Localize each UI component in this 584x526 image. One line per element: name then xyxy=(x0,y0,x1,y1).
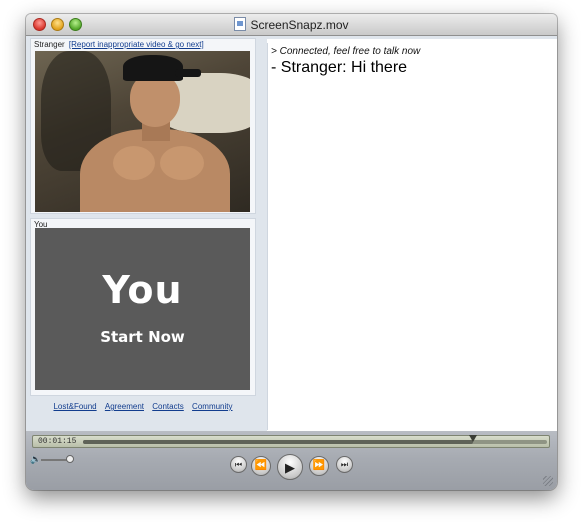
stranger-label: Stranger xyxy=(34,40,65,49)
skip-forward-icon: ⏭ xyxy=(340,459,349,469)
you-panel: You You Start Now xyxy=(30,218,256,396)
go-to-start-button[interactable]: ⏮ xyxy=(230,456,247,473)
stranger-panel: Stranger [Report inappropriate video & g… xyxy=(30,38,256,214)
scrubber-track[interactable] xyxy=(83,435,547,444)
scrubber-progress xyxy=(83,440,473,444)
report-link[interactable]: [Report inappropriate video & go next] xyxy=(69,40,204,49)
video-content: Stranger [Report inappropriate video & g… xyxy=(26,36,557,431)
video-column: Stranger [Report inappropriate video & g… xyxy=(26,36,260,431)
movie-file-icon xyxy=(234,17,247,31)
player-controls: 00:01:15 🔈 ⏮ ⏪ ▶ ⏩ ⏭ xyxy=(26,431,557,490)
community-link[interactable]: Community xyxy=(192,402,232,411)
you-video[interactable]: You Start Now xyxy=(35,228,250,390)
fast-forward-icon: ⏩ xyxy=(312,460,326,471)
volume-knob[interactable] xyxy=(66,455,74,463)
play-icon: ▶ xyxy=(285,459,295,475)
rewind-icon: ⏪ xyxy=(254,460,268,471)
system-message: > Connected, feel free to talk now xyxy=(271,46,421,57)
play-button[interactable]: ▶ xyxy=(277,454,303,480)
window-title: ScreenSnapz.mov xyxy=(250,18,349,32)
column-divider xyxy=(260,36,267,431)
you-video-title: You xyxy=(102,268,183,312)
stranger-label-row: Stranger [Report inappropriate video & g… xyxy=(34,40,204,49)
start-now-label: Start Now xyxy=(100,328,185,346)
resize-grip[interactable] xyxy=(543,476,553,486)
go-to-end-button[interactable]: ⏭ xyxy=(336,456,353,473)
rewind-button[interactable]: ⏪ xyxy=(251,456,271,476)
footer-links: Lost&Found Agreement Contacts Community xyxy=(26,402,260,411)
time-display: 00:01:15 xyxy=(38,437,77,446)
contacts-link[interactable]: Contacts xyxy=(152,402,184,411)
fast-forward-button[interactable]: ⏩ xyxy=(309,456,329,476)
chat-message: - Stranger: Hi there xyxy=(271,59,408,76)
stranger-video xyxy=(35,51,250,212)
window-title-area: ScreenSnapz.mov xyxy=(26,17,557,32)
agreement-link[interactable]: Agreement xyxy=(105,402,144,411)
lost-and-found-link[interactable]: Lost&Found xyxy=(53,402,96,411)
chat-log: > Connected, feel free to talk now - Str… xyxy=(267,43,556,430)
timeline-bar: 00:01:15 xyxy=(32,435,550,448)
skip-back-icon: ⏮ xyxy=(234,459,243,469)
playhead-handle[interactable] xyxy=(468,435,477,442)
speaker-icon: 🔈 xyxy=(30,454,42,464)
title-bar[interactable]: ScreenSnapz.mov xyxy=(26,14,557,36)
player-window: ScreenSnapz.mov Stranger [Report inappro… xyxy=(26,14,557,490)
